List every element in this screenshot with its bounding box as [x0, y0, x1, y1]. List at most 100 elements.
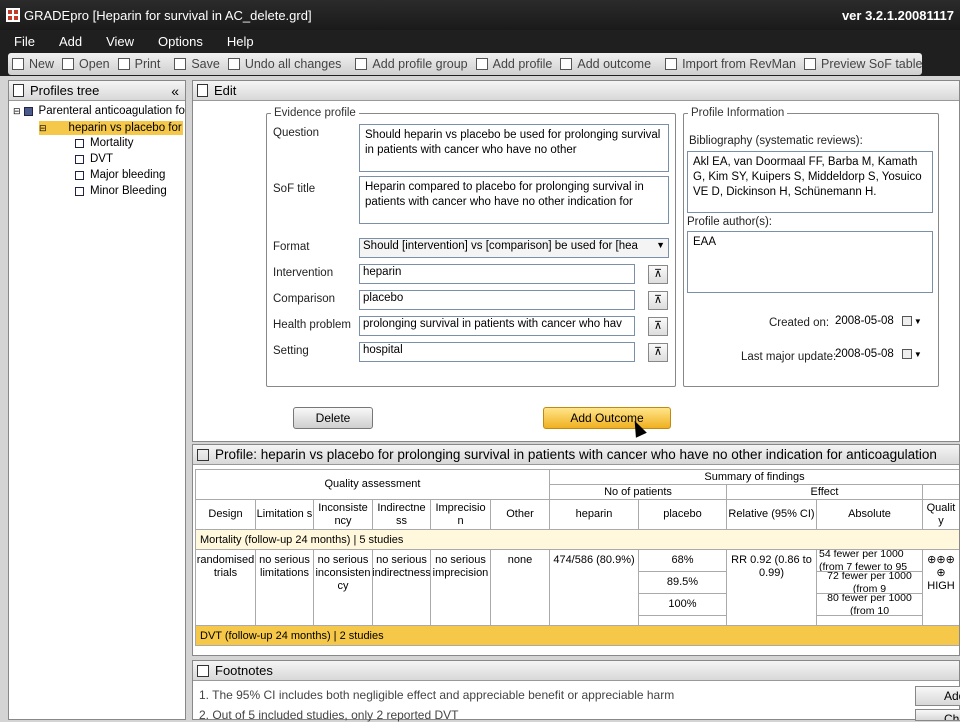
pin-icon[interactable]: ⊼	[648, 343, 668, 362]
expand-minus-icon[interactable]: ⊟	[13, 106, 21, 117]
edit-title: Edit	[214, 83, 237, 98]
bibliography-label: Bibliography (systematic reviews):	[689, 135, 863, 147]
menu-options[interactable]: Options	[158, 34, 203, 49]
menu-view[interactable]: View	[106, 34, 134, 49]
placebo-risk-cell[interactable]: 100%	[639, 594, 727, 616]
imprecision-cell[interactable]: no serious imprecision	[431, 550, 491, 626]
format-select[interactable]: Should [intervention] vs [comparison] be…	[359, 238, 669, 258]
column-header: Relative (95% CI)	[727, 500, 817, 530]
comparison-label: Comparison	[273, 293, 335, 305]
column-header: Limitation s	[256, 500, 314, 530]
change-footnote-button[interactable]: Change	[915, 709, 960, 721]
other-cell[interactable]: none	[491, 550, 550, 626]
quality-cell[interactable]: ⊕⊕⊕ ⊕ HIGH	[923, 550, 959, 626]
footnote-item[interactable]: 1. The 95% CI includes both negligible e…	[199, 688, 674, 702]
inconsistency-cell[interactable]: no serious inconsisten cy	[314, 550, 373, 626]
print-button[interactable]: Print	[117, 57, 160, 71]
add-profile-button[interactable]: Add profile	[475, 57, 552, 71]
relative-effect-cell[interactable]: RR 0.92 (0.86 to 0.99)	[727, 550, 817, 626]
last-update-datepicker[interactable]: 2008-05-08 ▼	[835, 348, 922, 360]
window-title: GRADEpro [Heparin for survival in AC_del…	[24, 7, 312, 23]
intervention-field[interactable]: heparin	[359, 264, 635, 284]
sof-title-field[interactable]: Heparin compared to placebo for prolongi…	[359, 176, 669, 224]
note-icon	[197, 664, 209, 677]
menu-add[interactable]: Add	[59, 34, 82, 49]
tree-outcome-node[interactable]: Major bleeding	[75, 169, 165, 181]
created-on-value: 2008-05-08	[835, 315, 894, 327]
format-label: Format	[273, 241, 310, 253]
summary-header: Summary of findings	[550, 469, 959, 485]
add-profile-group-button[interactable]: Add profile group	[355, 57, 468, 71]
menu-help[interactable]: Help	[227, 34, 254, 49]
setting-field[interactable]: hospital	[359, 342, 635, 362]
pin-icon[interactable]: ⊼	[648, 291, 668, 310]
footnotes-title: Footnotes	[215, 663, 273, 678]
outcome-group-row[interactable]: DVT (follow-up 24 months) | 2 studies	[195, 626, 959, 646]
add-outcome-button[interactable]: Add outcome	[560, 57, 651, 71]
tree-outcome-label: Major bleeding	[90, 169, 166, 181]
grid-icon	[355, 58, 368, 70]
open-button[interactable]: Open	[62, 57, 110, 71]
comparison-field[interactable]: placebo	[359, 290, 635, 310]
tree-group-label: Parenteral anticoagulation fo	[38, 105, 185, 117]
new-file-icon	[12, 58, 24, 70]
placebo-risk-cell[interactable]: 68%	[639, 550, 727, 572]
indirectness-cell[interactable]: no serious indirectness	[373, 550, 431, 626]
absolute-effect-cell[interactable]: 72 fewer per 1000 (from 9	[817, 572, 923, 594]
profile-authors-field[interactable]: EAA	[687, 231, 933, 293]
save-button[interactable]: Save	[174, 57, 220, 71]
calendar-icon[interactable]	[901, 349, 912, 359]
outcome-group-row[interactable]: Mortality (follow-up 24 months) | 5 stud…	[195, 530, 959, 550]
profiles-tree-header: Profiles tree «	[9, 81, 185, 101]
tree-group-node[interactable]: ⊟ Parenteral anticoagulation fo	[13, 105, 185, 117]
checkbox-icon[interactable]	[75, 170, 84, 180]
collapse-pane-icon[interactable]: «	[171, 83, 179, 99]
tree-outcome-node[interactable]: DVT	[75, 153, 113, 165]
health-problem-field[interactable]: prolonging survival in patients with can…	[359, 316, 635, 336]
new-button[interactable]: New	[12, 57, 54, 71]
expand-minus-icon[interactable]: ⊟	[39, 123, 47, 134]
calendar-icon[interactable]	[901, 316, 912, 326]
table-icon	[197, 448, 209, 461]
menu-file[interactable]: File	[14, 34, 35, 49]
column-header: Design	[195, 500, 256, 530]
preview-button[interactable]: Preview SoF table	[803, 57, 922, 71]
checkbox-icon[interactable]	[75, 154, 84, 164]
add-footnote-button[interactable]: Add	[915, 686, 960, 706]
design-cell[interactable]: randomised trials	[195, 550, 256, 626]
limitations-cell[interactable]: no serious limitations	[256, 550, 314, 626]
add-outcome-main-button[interactable]: Add Outcome	[543, 407, 671, 429]
checkbox-icon[interactable]	[23, 106, 33, 116]
import-button[interactable]: Import from RevMan	[665, 57, 796, 71]
created-on-datepicker[interactable]: 2008-05-08 ▼	[835, 315, 922, 327]
add-profile-group-label: Add profile group	[372, 57, 468, 71]
profiles-tree-pane: Profiles tree « ⊟ Parenteral anticoagulat…	[8, 80, 186, 720]
add-outcome-icon	[560, 58, 573, 70]
undo-button[interactable]: Undo all changes	[227, 57, 341, 71]
no-patients-header: No of patients	[550, 485, 727, 500]
sof-title-label: SoF title	[273, 183, 316, 195]
question-field[interactable]: Should heparin vs placebo be used for pr…	[359, 124, 669, 172]
bibliography-field[interactable]: Akl EA, van Doormaal FF, Barba M, Kamath…	[687, 151, 933, 213]
absolute-effect-cell[interactable]: 80 fewer per 1000 (from 10	[817, 594, 923, 616]
last-update-label: Last major update:	[741, 351, 837, 363]
footnotes-pane: Footnotes 1. The 95% CI includes both ne…	[192, 660, 960, 722]
import-label: Import from RevMan	[682, 57, 796, 71]
checkbox-icon[interactable]	[75, 138, 84, 148]
placebo-risk-cell[interactable]: 89.5%	[639, 572, 727, 594]
tree-profile-node[interactable]: ⊟ heparin vs placebo for	[39, 121, 183, 135]
checkbox-icon[interactable]	[75, 186, 84, 196]
column-header: Other	[491, 500, 550, 530]
profile-table-header: Profile: heparin vs placebo for prolongi…	[193, 445, 959, 465]
tree-outcome-node[interactable]: Mortality	[75, 137, 133, 149]
pin-icon[interactable]: ⊼	[648, 265, 668, 284]
delete-button[interactable]: Delete	[293, 407, 373, 429]
pin-icon[interactable]: ⊼	[648, 317, 668, 336]
absolute-effect-cell[interactable]: 54 fewer per 1000 (from 7 fewer to 95	[817, 550, 923, 572]
open-folder-icon	[62, 58, 75, 70]
intervention-label: Intervention	[273, 267, 334, 279]
quality-assessment-header: Quality assessment	[195, 469, 550, 500]
column-header: Qualit y	[923, 500, 959, 530]
heparin-cell[interactable]: 474/586 (80.9%)	[550, 550, 639, 626]
tree-outcome-node[interactable]: Minor Bleeding	[75, 185, 167, 197]
